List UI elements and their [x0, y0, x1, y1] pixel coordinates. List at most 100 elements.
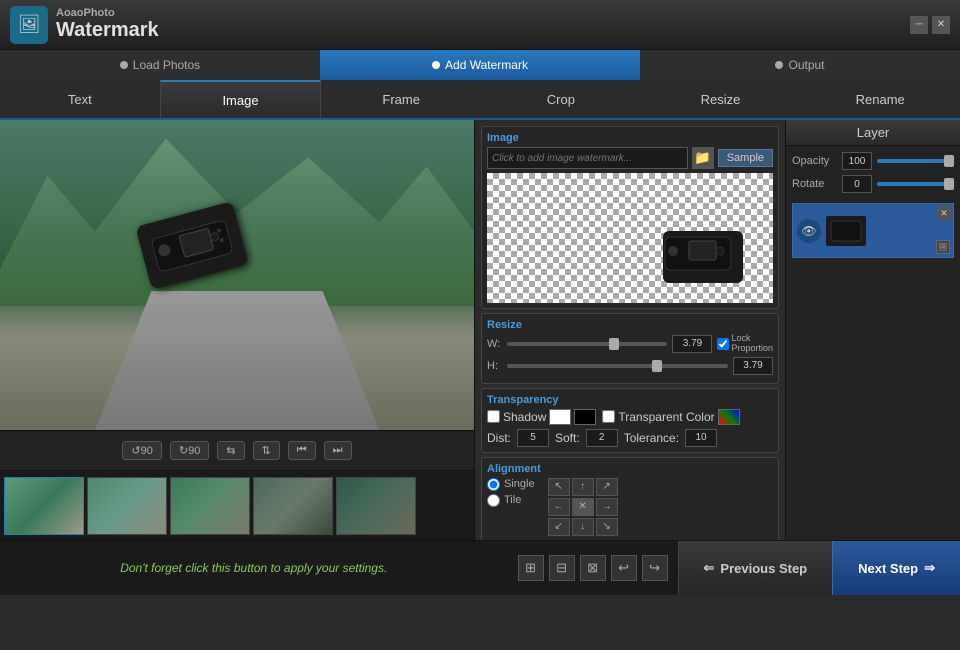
lock-label: LockProportion: [731, 334, 773, 354]
bottom-icon-3[interactable]: ⊠: [580, 555, 606, 581]
align-top-right[interactable]: ↗: [596, 478, 618, 496]
opacity-input[interactable]: [842, 152, 872, 170]
close-button[interactable]: ✕: [932, 16, 950, 34]
navbar: Load Photos Add Watermark Output: [0, 50, 960, 80]
align-top-left[interactable]: ↖: [548, 478, 570, 496]
flip-v[interactable]: ⇅: [253, 441, 280, 460]
resize-header: Resize: [487, 319, 773, 331]
next-step-button[interactable]: Next Step ⇒: [832, 541, 960, 595]
bottom-actions: ⇐ Previous Step Next Step ⇒: [678, 541, 960, 595]
dist-input[interactable]: [517, 429, 549, 447]
w-slider-thumb[interactable]: [609, 338, 619, 350]
single-radio-input[interactable]: [487, 478, 500, 491]
tab-crop[interactable]: Crop: [481, 80, 641, 118]
tab-rename[interactable]: Rename: [800, 80, 960, 118]
logo-icon: 🖼: [18, 14, 41, 35]
thumbnail-2[interactable]: [87, 477, 167, 535]
lock-proportion[interactable]: LockProportion: [717, 334, 773, 354]
previous-step-button[interactable]: ⇐ Previous Step: [678, 541, 833, 595]
dist-label: Dist:: [487, 431, 511, 445]
transparent-color-item: Transparent Color: [602, 409, 739, 425]
tolerance-input[interactable]: [685, 429, 717, 447]
flip-h[interactable]: ⇆: [217, 441, 244, 460]
bottom-icon-2[interactable]: ⊟: [549, 555, 575, 581]
browse-button[interactable]: 📁: [692, 147, 714, 169]
align-bot-left[interactable]: ↙: [548, 518, 570, 536]
lock-checkbox[interactable]: [717, 338, 729, 350]
shadow-item: Shadow: [487, 409, 596, 425]
shadow-color-swatch2[interactable]: [574, 409, 596, 425]
tooltabs: Text Image Frame Crop Resize Rename: [0, 80, 960, 120]
single-radio[interactable]: Single: [487, 478, 535, 491]
align-bot-center[interactable]: ↓: [572, 518, 594, 536]
h-slider-track[interactable]: [507, 364, 728, 368]
image-path-input[interactable]: [487, 147, 688, 169]
bottom-icon-4[interactable]: ↩: [611, 555, 637, 581]
app-name: AoaoPhoto: [56, 8, 910, 19]
align-center[interactable]: ✕: [572, 498, 594, 516]
skip-end[interactable]: ⏭: [324, 441, 352, 460]
thumbnail-strip: [0, 470, 474, 540]
tile-radio[interactable]: Tile: [487, 494, 535, 507]
tile-radio-input[interactable]: [487, 494, 500, 507]
soft-input[interactable]: [586, 429, 618, 447]
h-value-input[interactable]: [733, 357, 773, 375]
sample-button[interactable]: Sample: [718, 149, 773, 167]
app-logo: 🖼: [10, 6, 48, 44]
skip-start[interactable]: ⏮: [288, 441, 316, 460]
transparent-color-swatch[interactable]: [718, 409, 740, 425]
opacity-slider-thumb[interactable]: [944, 155, 954, 167]
tile-label: Tile: [504, 494, 521, 506]
single-label: Single: [504, 478, 535, 490]
minimize-button[interactable]: ─: [910, 16, 928, 34]
align-grid-bottom: ↙ ↓ ↘: [548, 518, 618, 536]
tolerance-label: Tolerance:: [624, 431, 679, 445]
shadow-color-swatch[interactable]: [549, 409, 571, 425]
mountains: [0, 120, 474, 306]
image-section: Image 📁 Sample: [481, 126, 779, 309]
rotate-input[interactable]: [842, 175, 872, 193]
alignment-row: Single Tile ↖ ↑ ↗ ← ✕: [487, 478, 773, 536]
bottom-icon-1[interactable]: ⊞: [518, 555, 544, 581]
w-slider-track[interactable]: [507, 342, 667, 346]
tab-image[interactable]: Image: [160, 80, 322, 118]
layer-controls: Opacity Rotate: [786, 146, 960, 199]
image-input-row: 📁 Sample: [487, 147, 773, 169]
align-mid-left[interactable]: ←: [548, 498, 570, 516]
align-bot-right[interactable]: ↘: [596, 518, 618, 536]
nav-step-watermark[interactable]: Add Watermark: [320, 50, 640, 80]
titlebar: 🖼 AoaoPhoto Watermark ─ ✕: [0, 0, 960, 50]
shadow-checkbox[interactable]: [487, 410, 500, 423]
thumbnail-4[interactable]: [253, 477, 333, 535]
layer-eye-icon[interactable]: 👁: [797, 219, 821, 243]
transparent-color-label: Transparent Color: [618, 410, 714, 424]
rotate-slider[interactable]: [877, 182, 954, 186]
bottom-icon-5[interactable]: ↪: [642, 555, 668, 581]
opacity-slider[interactable]: [877, 159, 954, 163]
prev-label: Previous Step: [720, 561, 807, 576]
h-slider-thumb[interactable]: [652, 360, 662, 372]
layer-close-button[interactable]: ✕: [937, 206, 951, 220]
tab-resize[interactable]: Resize: [641, 80, 801, 118]
w-label: W:: [487, 338, 502, 350]
w-value-input[interactable]: [672, 335, 712, 353]
transparency-row: Shadow Transparent Color: [487, 409, 773, 425]
nav-step-output[interactable]: Output: [640, 50, 960, 80]
alignment-header: Alignment: [487, 463, 773, 475]
align-top-center[interactable]: ↑: [572, 478, 594, 496]
preview-background: [0, 120, 474, 430]
align-grid-mid: ← ✕ →: [548, 498, 618, 516]
window-controls: ─ ✕: [910, 16, 950, 34]
tab-frame[interactable]: Frame: [321, 80, 481, 118]
nav-step-load[interactable]: Load Photos: [0, 50, 320, 80]
thumbnail-3[interactable]: [170, 477, 250, 535]
align-mid-right[interactable]: →: [596, 498, 618, 516]
thumbnail-1[interactable]: [4, 477, 84, 535]
thumbnail-5[interactable]: [336, 477, 416, 535]
transparent-color-checkbox[interactable]: [602, 410, 615, 423]
tab-text[interactable]: Text: [0, 80, 160, 118]
rotate-slider-thumb[interactable]: [944, 178, 954, 190]
rotate-cw-90[interactable]: ↻90: [170, 441, 209, 460]
layer-item-1[interactable]: 👁 ✕ 🖼: [792, 203, 954, 258]
rotate-ccw-90[interactable]: ↺90: [122, 441, 161, 460]
